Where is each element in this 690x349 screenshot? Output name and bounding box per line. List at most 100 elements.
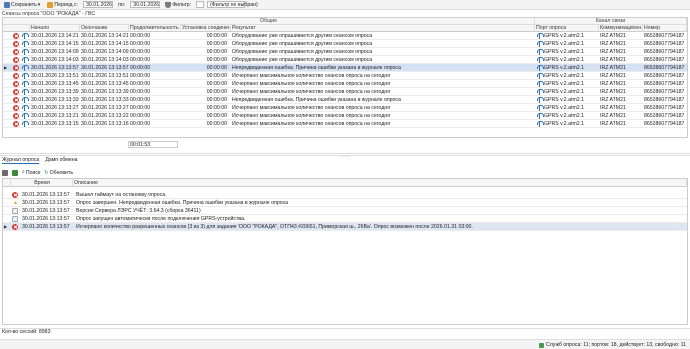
log-time: 30.01.2026 13:13:57: [22, 216, 70, 222]
column-header-duration[interactable]: Продолжительность с...: [129, 25, 181, 32]
table-cell: 00:00:00: [206, 97, 227, 103]
column-header-result[interactable]: Результат: [231, 25, 535, 32]
column-header-connection[interactable]: Установка соединен...: [181, 25, 231, 32]
table-cell: 86528607794187: [644, 57, 685, 63]
splitter-grip: ⋯⋯: [339, 154, 351, 160]
antenna-icon: [22, 49, 29, 55]
export-icon[interactable]: [12, 169, 18, 176]
list-item[interactable]: 30.01.2026 13:13:57 Версия Сервера ЛЭРС У…: [3, 207, 687, 215]
error-icon: [13, 121, 19, 127]
sessions-grid: Общие Канал связи Начало Окончание Продо…: [2, 17, 688, 138]
period-from-label: Период с:: [45, 1, 80, 9]
table-cell: 86528607794187: [644, 113, 685, 119]
table-cell: 00:00:00: [130, 49, 151, 55]
table-cell: 86528607794187: [644, 65, 685, 71]
table-row[interactable]: 30.01.2026 13:13:45 30.01.2026 13:13:45 00…: [3, 80, 687, 88]
refresh-button[interactable]: ↻ Обновить: [44, 170, 73, 176]
port-antenna-icon: [537, 73, 544, 79]
table-row[interactable]: 30.01.2026 13:13:33 30.01.2026 13:13:33 00…: [3, 96, 687, 104]
table-row[interactable]: 30.01.2026 13:13:21 30.01.2026 13:13:22 00…: [3, 112, 687, 120]
table-cell: GPRS v.2.atm2.1: [544, 121, 584, 127]
table-row[interactable]: ▶ 30.01.2026 13:13:57 30.01.2026 13:13:57 0…: [3, 64, 687, 72]
table-row[interactable]: 30.01.2026 13:13:51 30.01.2026 13:13:51 00…: [3, 72, 687, 80]
error-icon: [12, 192, 18, 198]
refresh-icon: ↻: [44, 169, 49, 176]
calendar-icon: [47, 1, 54, 8]
list-item[interactable]: ▶ 30.01.2026 13:13:57 Исчерпано количество…: [3, 223, 687, 231]
table-cell: 00:00:00: [130, 73, 151, 79]
column-header-port[interactable]: Порт опроса: [535, 25, 599, 32]
table-row[interactable]: 30.01.2026 13:14:09 30.01.2026 13:14:09 00…: [3, 48, 687, 56]
table-cell: 30.01.2026 13:13:45: [31, 81, 79, 87]
port-antenna-icon: [537, 113, 544, 119]
table-cell: IRZ ATM21: [600, 97, 626, 103]
table-cell: 30.01.2026 13:13:39: [31, 89, 79, 95]
antenna-icon: [22, 105, 29, 111]
refresh-label: Обновить: [49, 169, 74, 176]
table-row[interactable]: 30.01.2026 13:13:39 30.01.2026 13:13:39 00…: [3, 88, 687, 96]
table-cell: 30.01.2026 13:13:51: [31, 73, 79, 79]
antenna-icon: [22, 89, 29, 95]
error-icon: [13, 41, 19, 47]
table-cell: Оборудование уже опрашивается другим сеа…: [232, 33, 373, 39]
column-header-end[interactable]: Окончание: [80, 25, 129, 32]
antenna-icon: [22, 73, 29, 79]
table-cell: GPRS v.2.atm2.1: [544, 57, 584, 63]
search-button[interactable]: ⌕ Поиск: [22, 169, 40, 176]
column-header-start[interactable]: Начало: [30, 25, 80, 32]
log-column-header-time[interactable]: Время: [11, 179, 73, 187]
table-cell: 30.01.2026 13:14:21: [81, 33, 129, 39]
row-pointer-icon: ▶: [4, 224, 7, 229]
date-from-input[interactable]: 30.01.2026: [83, 1, 114, 8]
column-header-number[interactable]: Номер: [643, 25, 687, 32]
filter-toggle[interactable]: [196, 1, 205, 8]
table-cell: Непредвиденная ошибка. Причина ошибки ук…: [232, 97, 401, 103]
table-cell: GPRS v.2.atm2.1: [544, 105, 584, 111]
info-icon: [12, 216, 18, 222]
error-icon: [13, 57, 19, 63]
table-cell: 00:00:00: [130, 41, 151, 47]
table-cell: 00:00:00: [206, 41, 227, 47]
table-row[interactable]: 30.01.2026 13:14:03 30.01.2026 13:14:03 00…: [3, 56, 687, 64]
table-cell: 30.01.2026 13:13:16: [81, 121, 129, 127]
date-to-input[interactable]: 30.01.2026: [130, 1, 161, 8]
list-item[interactable]: 30.01.2026 13:13:57 Опрос запущен автомат…: [3, 215, 687, 223]
table-cell: 30.01.2026 13:13:27: [81, 105, 129, 111]
service-icon: [539, 342, 545, 348]
list-item[interactable]: ▲ 30.01.2026 13:13:57 Опрос завершен. Непр…: [3, 199, 687, 207]
error-icon: [13, 49, 19, 55]
save-button[interactable]: Сохранить ▾: [2, 1, 42, 9]
column-header-comm[interactable]: Коммуникационн...: [599, 25, 643, 32]
table-cell: 86528607794187: [644, 105, 685, 111]
antenna-icon: [22, 41, 29, 47]
table-cell: 30.01.2026 13:14:15: [81, 41, 129, 47]
antenna-icon: [22, 57, 29, 63]
table-row[interactable]: 30.01.2026 13:13:15 30.01.2026 13:13:16 00…: [3, 120, 687, 128]
table-cell: IRZ ATM21: [600, 105, 626, 111]
filter-select[interactable]: (Фильтр не выбран): [207, 1, 258, 8]
table-row[interactable]: 30.01.2026 13:13:27 30.01.2026 13:13:27 00…: [3, 104, 687, 112]
log-description: Исчерпано количество разрешенных сеансов…: [76, 224, 473, 230]
table-cell: GPRS v.2.atm2.1: [544, 65, 584, 71]
save-icon: [4, 1, 10, 8]
table-cell: 86528607794187: [644, 89, 685, 95]
tab-poll-log[interactable]: Журнал опроса: [2, 157, 40, 164]
print-icon[interactable]: [2, 169, 8, 176]
tab-exchange-dump[interactable]: Дамп обмена: [45, 157, 77, 164]
log-column-header-desc[interactable]: Описание: [73, 179, 687, 187]
filter-value: (Фильтр не выбран): [210, 1, 258, 8]
list-item[interactable]: 30.01.2026 13:13:57 Вышел таймаут на оста…: [3, 191, 687, 199]
splitter[interactable]: ⋯⋯: [0, 153, 690, 160]
info-icon: [12, 208, 18, 214]
table-cell: GPRS v.2.atm2.1: [544, 81, 584, 87]
session-count: Кол-во сессий: 8983: [0, 328, 690, 335]
date-to-text: по:: [118, 1, 126, 8]
table-row[interactable]: 30.01.2026 13:14:15 30.01.2026 13:14:15 00…: [3, 40, 687, 48]
log-description: Опрос завершен. Непредвиденная ошибка. П…: [76, 200, 289, 206]
service-status: Служб опроса: 11; портов: 18, действует:…: [546, 342, 686, 348]
error-icon: [13, 81, 19, 87]
table-cell: Исчерпано максимальное количество сеансо…: [232, 73, 391, 79]
table-row[interactable]: 30.01.2026 13:14:21 30.01.2026 13:14:21 00…: [3, 32, 687, 40]
table-cell: 30.01.2026 13:14:03: [81, 57, 129, 63]
log-time: 30.01.2026 13:13:57: [22, 208, 70, 214]
